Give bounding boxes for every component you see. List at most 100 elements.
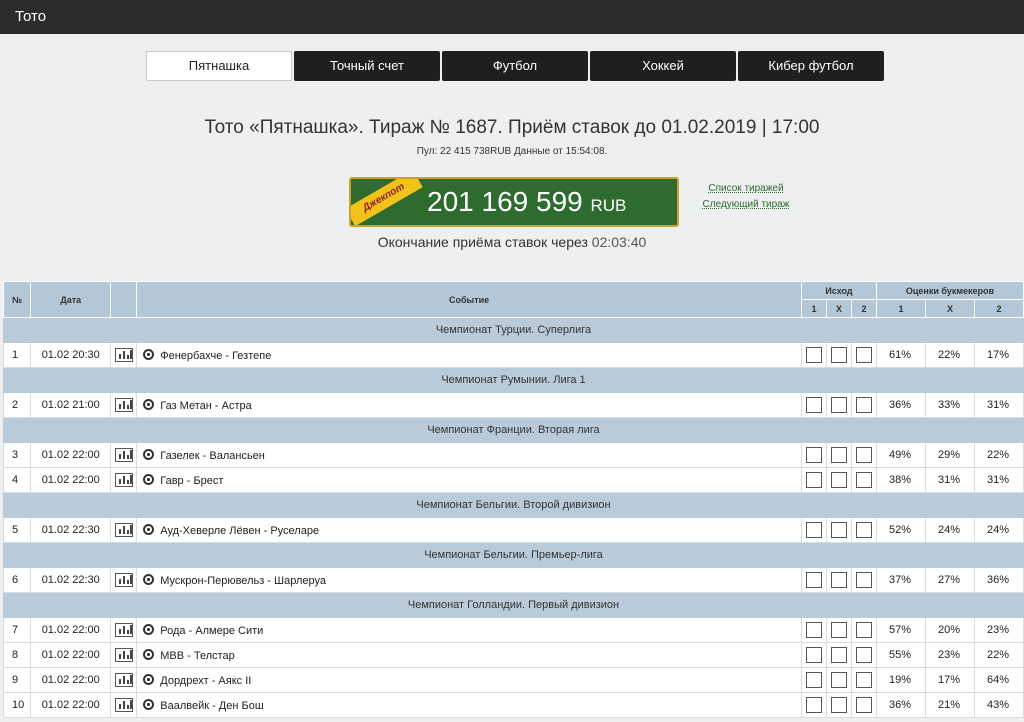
outcome-x-cell bbox=[825, 642, 852, 668]
event-cell: Ваалвейк - Ден Бош bbox=[136, 692, 802, 718]
bar-chart-icon[interactable] bbox=[114, 473, 133, 487]
bk-estimate-x: 17% bbox=[924, 667, 975, 693]
stats-cell[interactable] bbox=[110, 517, 138, 543]
outcome-x-checkbox[interactable] bbox=[830, 447, 847, 463]
outcome-x-checkbox[interactable] bbox=[830, 472, 847, 488]
event-number: 5 bbox=[2, 517, 32, 543]
bk-estimate-1: 36% bbox=[875, 692, 926, 718]
col-num: № bbox=[2, 281, 32, 318]
outcome-2-cell bbox=[850, 342, 877, 368]
tab-cyber-football[interactable]: Кибер футбол bbox=[738, 51, 884, 81]
outcome-1-checkbox[interactable] bbox=[805, 397, 822, 413]
event-date: 01.02 22:30 bbox=[30, 517, 112, 543]
league-row: Чемпионат Румынии. Лига 1 bbox=[3, 367, 1024, 393]
outcome-2-checkbox[interactable] bbox=[855, 572, 872, 588]
outcome-1-cell bbox=[800, 642, 827, 668]
bar-chart-icon[interactable] bbox=[114, 648, 133, 662]
bar-chart-icon[interactable] bbox=[114, 348, 133, 362]
event-date: 01.02 22:00 bbox=[30, 467, 112, 493]
outcome-1-checkbox[interactable] bbox=[805, 472, 822, 488]
stats-cell[interactable] bbox=[110, 442, 138, 468]
bk-estimate-1: 57% bbox=[875, 617, 926, 643]
stats-cell[interactable] bbox=[110, 342, 138, 368]
page-title: Тото bbox=[15, 8, 47, 25]
outcome-1-checkbox[interactable] bbox=[805, 697, 822, 713]
outcome-x-cell bbox=[825, 442, 852, 468]
bk-estimate-1: 61% bbox=[875, 342, 926, 368]
stats-cell[interactable] bbox=[110, 617, 138, 643]
event-cell: Фенербахче - Гезтепе bbox=[136, 342, 802, 368]
event-date: 01.02 22:00 bbox=[30, 692, 112, 718]
bk-estimate-2: 31% bbox=[973, 467, 1024, 493]
outcome-2-checkbox[interactable] bbox=[855, 622, 872, 638]
draw-list-link[interactable]: Список тиражей bbox=[700, 181, 792, 197]
outcome-x-checkbox[interactable] bbox=[830, 347, 847, 363]
countdown: Окончание приёма ставок через 02:03:40 bbox=[0, 234, 1024, 250]
outcome-1-checkbox[interactable] bbox=[805, 572, 822, 588]
tab-pyatnashka[interactable]: Пятнашка bbox=[146, 51, 292, 81]
bar-chart-icon[interactable] bbox=[114, 623, 133, 637]
event-row: 2 01.02 21:00 Газ Метан - Астра 36% 33% 31% bbox=[2, 392, 1024, 418]
outcome-2-checkbox[interactable] bbox=[855, 697, 872, 713]
outcome-1-cell bbox=[800, 467, 827, 493]
football-icon bbox=[143, 348, 155, 360]
bar-chart-icon[interactable] bbox=[114, 523, 133, 537]
outcome-x-checkbox[interactable] bbox=[830, 622, 847, 638]
outcome-1-checkbox[interactable] bbox=[805, 522, 822, 538]
event-row: 3 01.02 22:00 Газелек - Валансьен 49% 29% 22% bbox=[2, 442, 1024, 468]
bar-chart-icon[interactable] bbox=[114, 698, 133, 712]
tab-hockey[interactable]: Хоккей bbox=[590, 51, 736, 81]
outcome-x-checkbox[interactable] bbox=[830, 647, 847, 663]
bar-chart-icon[interactable] bbox=[114, 448, 133, 462]
stats-cell[interactable] bbox=[110, 467, 138, 493]
outcome-2-checkbox[interactable] bbox=[855, 397, 872, 413]
outcome-x-checkbox[interactable] bbox=[830, 697, 847, 713]
stats-cell[interactable] bbox=[110, 692, 138, 718]
bar-chart-icon[interactable] bbox=[114, 673, 133, 687]
outcome-1-checkbox[interactable] bbox=[805, 447, 822, 463]
outcome-2-checkbox[interactable] bbox=[855, 447, 872, 463]
stats-cell[interactable] bbox=[110, 642, 138, 668]
outcome-2-checkbox[interactable] bbox=[855, 647, 872, 663]
col-bk-2: 2 bbox=[973, 299, 1024, 318]
col-date: Дата bbox=[30, 281, 112, 318]
bk-estimate-2: 31% bbox=[973, 392, 1024, 418]
event-row: 10 01.02 22:00 Ваалвейк - Ден Бош 36% 21% 43% bbox=[2, 692, 1024, 718]
tab-football[interactable]: Футбол bbox=[442, 51, 588, 81]
football-icon bbox=[143, 523, 155, 535]
event-name: Ауд-Хеверле Лёвен - Руселаре bbox=[160, 524, 320, 537]
stats-cell[interactable] bbox=[110, 667, 138, 693]
outcome-x-checkbox[interactable] bbox=[830, 672, 847, 688]
next-draw-link[interactable]: Следующий тираж bbox=[700, 197, 792, 213]
col-outcome-1: 1 bbox=[800, 299, 827, 318]
outcome-1-checkbox[interactable] bbox=[805, 622, 822, 638]
outcome-2-checkbox[interactable] bbox=[855, 522, 872, 538]
jackpot-ribbon: Джекпот bbox=[351, 179, 423, 225]
outcome-1-checkbox[interactable] bbox=[805, 647, 822, 663]
outcome-2-checkbox[interactable] bbox=[855, 672, 872, 688]
league-name: Чемпионат Румынии. Лига 1 bbox=[3, 367, 1024, 393]
outcome-x-checkbox[interactable] bbox=[830, 397, 847, 413]
league-row: Чемпионат Франции. Вторая лига bbox=[3, 417, 1024, 443]
outcome-1-cell bbox=[800, 517, 827, 543]
events-table: № Дата Событие Исход Оценки букмекеров 1… bbox=[2, 281, 1024, 718]
stats-cell[interactable] bbox=[110, 392, 138, 418]
outcome-1-checkbox[interactable] bbox=[805, 347, 822, 363]
event-number: 2 bbox=[2, 392, 32, 418]
outcome-1-checkbox[interactable] bbox=[805, 672, 822, 688]
league-row: Чемпионат Турции. Суперлига bbox=[3, 317, 1024, 343]
event-cell: Ауд-Хеверле Лёвен - Руселаре bbox=[136, 517, 802, 543]
outcome-2-checkbox[interactable] bbox=[855, 472, 872, 488]
stats-cell[interactable] bbox=[110, 567, 138, 593]
league-name: Чемпионат Бельгии. Второй дивизион bbox=[3, 492, 1024, 518]
outcome-2-checkbox[interactable] bbox=[855, 347, 872, 363]
outcome-x-checkbox[interactable] bbox=[830, 522, 847, 538]
bk-estimate-2: 43% bbox=[973, 692, 1024, 718]
bar-chart-icon[interactable] bbox=[114, 573, 133, 587]
bar-chart-icon[interactable] bbox=[114, 398, 133, 412]
event-name: Ваалвейк - Ден Бош bbox=[160, 699, 264, 712]
outcome-x-checkbox[interactable] bbox=[830, 572, 847, 588]
outcome-2-cell bbox=[850, 692, 877, 718]
draw-title: Тото «Пятнашка». Тираж № 1687. Приём ста… bbox=[204, 117, 820, 138]
tab-exact-score[interactable]: Точный счет bbox=[294, 51, 440, 81]
